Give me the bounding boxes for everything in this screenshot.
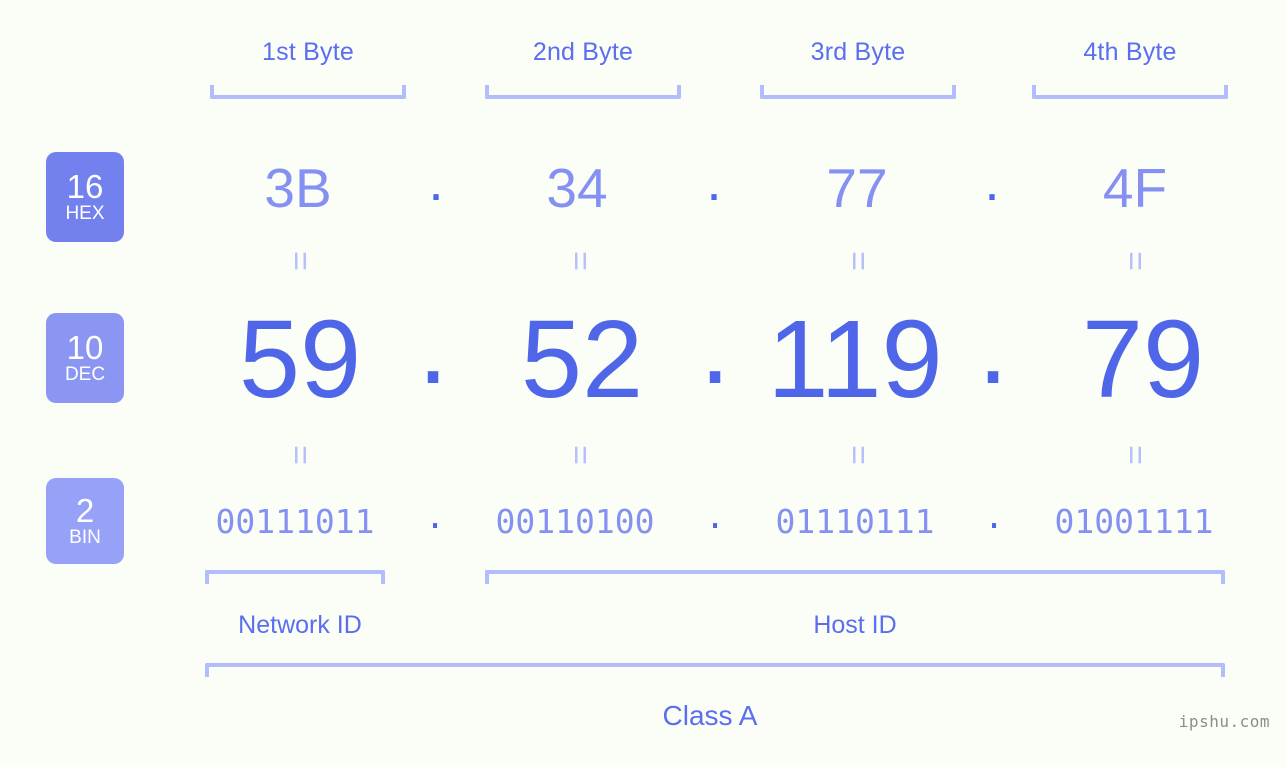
bin-octet-1: 00111011	[215, 502, 375, 541]
dec-separator-3: .	[977, 284, 1009, 407]
equals-hex-dec-2: =	[561, 251, 599, 271]
equals-hex-dec-4: =	[1116, 251, 1154, 271]
bin-octet-3: 01110111	[775, 502, 935, 541]
dec-octet-1: 59	[238, 298, 362, 421]
byte-header-4: 4th Byte	[1083, 38, 1177, 66]
class-label: Class A	[662, 700, 758, 731]
base-badge-dec-abbr: DEC	[64, 363, 106, 385]
dec-octet-4: 79	[1081, 298, 1205, 421]
hex-separator-2: .	[706, 150, 722, 212]
bin-octet-4: 01001111	[1054, 502, 1214, 541]
hex-separator-3: .	[984, 150, 1000, 212]
byte-bracket-4	[1032, 85, 1228, 99]
equals-dec-bin-3: =	[839, 445, 877, 465]
dec-separator-1: .	[417, 284, 449, 407]
byte-bracket-1	[210, 85, 406, 99]
bin-separator-3: .	[984, 497, 1004, 536]
equals-hex-dec-1: =	[281, 251, 319, 271]
network-id-label: Network ID	[238, 611, 362, 639]
equals-dec-bin-2: =	[561, 445, 599, 465]
base-badge-hex-number: 16	[66, 167, 104, 205]
ip-address-breakdown-diagram: 1st Byte 2nd Byte 3rd Byte 4th Byte 16 H…	[0, 0, 1285, 767]
base-badge-bin-abbr: BIN	[69, 526, 101, 548]
host-id-bracket	[485, 570, 1225, 584]
base-badge-dec-number: 10	[66, 328, 104, 366]
host-id-label: Host ID	[813, 611, 897, 639]
equals-dec-bin-1: =	[281, 445, 319, 465]
byte-header-1: 1st Byte	[262, 38, 354, 66]
hex-octet-1: 3B	[264, 157, 332, 219]
hex-octet-4: 4F	[1102, 157, 1168, 219]
byte-bracket-2	[485, 85, 681, 99]
bin-separator-1: .	[425, 497, 445, 536]
base-badge-dec: 10 DEC	[46, 313, 124, 403]
dec-octet-2: 52	[520, 298, 644, 421]
base-badge-hex-abbr: HEX	[65, 202, 105, 224]
byte-bracket-3	[760, 85, 956, 99]
dec-separator-2: .	[699, 284, 731, 407]
base-badge-hex: 16 HEX	[46, 152, 124, 242]
network-id-bracket	[205, 570, 385, 584]
bin-octet-2: 00110100	[495, 502, 655, 541]
class-bracket	[205, 663, 1225, 677]
equals-dec-bin-4: =	[1116, 445, 1154, 465]
bin-separator-2: .	[705, 497, 725, 536]
byte-header-2: 2nd Byte	[532, 38, 634, 66]
dec-octet-3: 119	[767, 298, 943, 421]
equals-hex-dec-3: =	[839, 251, 877, 271]
byte-header-3: 3rd Byte	[810, 38, 906, 66]
base-badge-bin: 2 BIN	[46, 478, 124, 564]
base-badge-bin-number: 2	[75, 491, 95, 529]
hex-octet-2: 34	[546, 157, 608, 219]
hex-octet-3: 77	[826, 157, 888, 219]
site-watermark: ipshu.com	[1178, 712, 1270, 731]
hex-separator-1: .	[428, 150, 444, 212]
